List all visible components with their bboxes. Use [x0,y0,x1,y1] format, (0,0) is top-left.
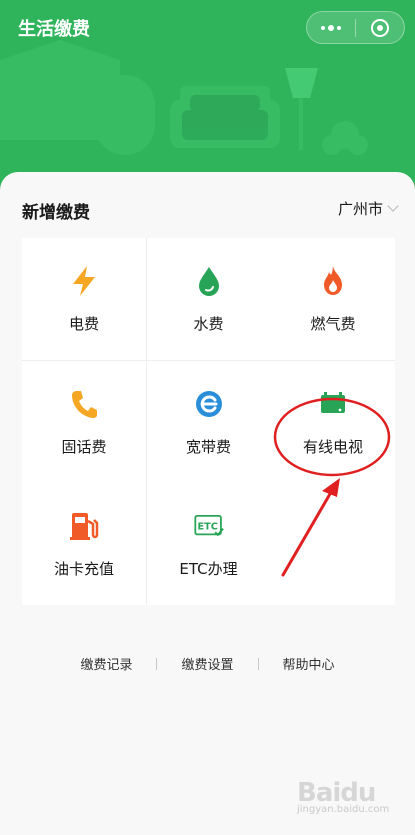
payment-card: 新增缴费 广州市 电费 水费 燃气费 固话费 宽带费 有线电视 油卡充值 ETC… [0,172,415,835]
city-label: 广州市 [337,200,383,218]
tile-fuel-card[interactable]: 油卡充值 [22,483,146,605]
water-drop-icon [194,265,224,297]
tile-label: 燃气费 [310,315,356,333]
tile-empty [271,483,395,605]
close-circle-icon [371,18,389,37]
section-title: 新增缴费 [22,203,90,223]
payment-grid: 电费 水费 燃气费 固话费 宽带费 有线电视 油卡充值 ETC ETC办理 [22,238,395,605]
tile-cable-tv[interactable]: 有线电视 [271,360,395,483]
tile-label: 有线电视 [302,437,363,456]
tile-label: 水费 [193,315,224,333]
svg-text:ETC: ETC [197,522,217,533]
fuel-pump-icon [69,510,99,542]
close-miniapp-button[interactable] [356,12,404,43]
tile-gas[interactable]: 燃气费 [271,238,395,360]
tile-label: 电费 [68,315,99,333]
page-title: 生活缴费 [18,19,90,40]
payment-records-link[interactable]: 缴费记录 [56,654,156,673]
tile-broadband[interactable]: 宽带费 [146,360,271,483]
baidu-watermark-logo: Baidu jingyan.baidu.com [297,778,390,815]
phone-icon [69,388,99,420]
payment-settings-link[interactable]: 缴费设置 [157,654,257,673]
tv-icon [318,388,348,420]
flame-icon [318,265,348,297]
help-center-link[interactable]: 帮助中心 [259,654,359,673]
tile-label: ETC办理 [179,560,238,578]
tile-electricity[interactable]: 电费 [22,238,146,360]
etc-icon: ETC [193,510,224,542]
tile-label: 宽带费 [185,437,231,456]
city-selector[interactable]: 广州市 [337,198,399,219]
broadband-e-icon [194,388,224,420]
more-button[interactable] [307,12,355,43]
tile-label: 油卡充值 [53,560,114,578]
tile-water[interactable]: 水费 [146,238,271,360]
tile-etc[interactable]: ETC ETC办理 [146,483,271,605]
chevron-down-icon [387,200,399,212]
tile-landline[interactable]: 固话费 [22,360,146,483]
miniapp-capsule [306,11,405,44]
footer-links: 缴费记录 缴费设置 帮助中心 [0,654,415,673]
header-banner: 生活缴费 [0,0,415,200]
tile-label: 固话费 [61,437,107,456]
lightning-icon [69,265,99,297]
more-dots-icon [321,24,341,31]
